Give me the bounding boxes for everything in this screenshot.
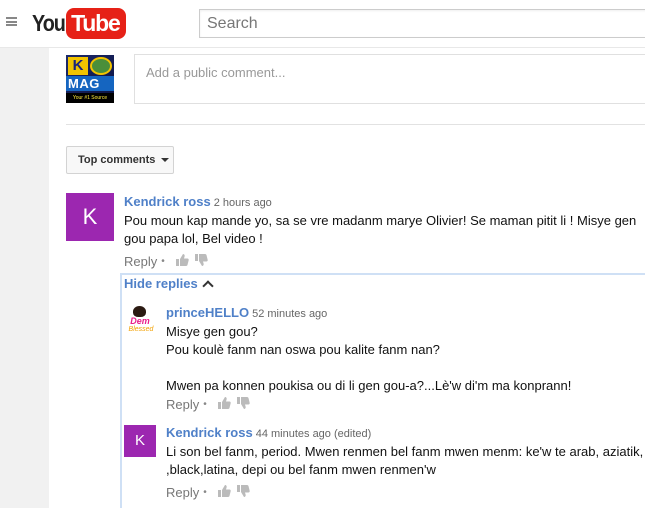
avatar-text: Dem [130, 316, 150, 326]
avatar-text: Blessed [128, 326, 154, 333]
thumbs-up-icon[interactable] [217, 396, 231, 413]
search-box[interactable] [199, 9, 645, 38]
author-name[interactable]: Kendrick ross [166, 425, 253, 440]
comment-text: Misye gen gou? Pou koulè fanm nan oswa p… [166, 324, 572, 393]
avatar-k-text: K [68, 57, 88, 75]
thumbs-down-icon[interactable] [236, 396, 250, 413]
comment-actions: Reply • [166, 484, 250, 501]
thumbs-down-icon[interactable] [236, 484, 250, 501]
chevron-up-icon [202, 279, 214, 292]
comment-author[interactable]: Kendrick ross 2 hours ago [124, 194, 272, 209]
comment-text: Pou moun kap mande yo, sa se vre madanm … [124, 213, 637, 246]
add-comment-input[interactable] [135, 55, 645, 103]
caret-down-icon [161, 158, 170, 162]
channel-avatar[interactable]: K MAG Your #1 Source [66, 55, 114, 103]
separator-dot: • [203, 487, 207, 498]
reply-button[interactable]: Reply [166, 485, 199, 500]
separator-dot: • [203, 399, 207, 410]
thumbs-up-icon[interactable] [217, 484, 231, 501]
comment-author[interactable]: Kendrick ross 44 minutes ago (edited) [166, 425, 371, 440]
sort-label: Top comments [78, 154, 156, 166]
comment-timestamp[interactable]: 2 hours ago [214, 197, 272, 209]
avatar-mag-text: MAG [66, 76, 114, 91]
author-name[interactable]: princeHELLO [166, 305, 249, 320]
avatar[interactable]: K [124, 425, 156, 457]
comment-actions: Reply • [166, 396, 250, 413]
comment-text: Li son bel fanm, period. Mwen renmen bel… [166, 444, 644, 477]
logo-tube-text: Tube [66, 8, 126, 39]
hide-replies-label: Hide replies [124, 276, 198, 291]
comment-timestamp[interactable]: 44 minutes ago (edited) [256, 428, 372, 440]
avatar-tagline: Your #1 Source [66, 93, 114, 103]
search-input[interactable] [200, 10, 645, 37]
thumbs-down-icon[interactable] [194, 253, 208, 270]
hide-replies-button[interactable]: Hide replies [124, 276, 214, 292]
add-comment-box[interactable] [134, 54, 645, 104]
sort-comments-dropdown[interactable]: Top comments [66, 146, 174, 174]
menu-icon[interactable] [6, 17, 17, 26]
avatar[interactable]: Dem Blessed [124, 304, 156, 336]
comment-author[interactable]: princeHELLO 52 minutes ago [166, 305, 327, 320]
separator-dot: • [161, 256, 165, 267]
youtube-logo[interactable]: You Tube [32, 8, 126, 39]
comment-actions: Reply • [124, 253, 208, 270]
reply-button[interactable]: Reply [124, 254, 157, 269]
reply-button[interactable]: Reply [166, 397, 199, 412]
divider [66, 124, 645, 125]
author-name[interactable]: Kendrick ross [124, 194, 211, 209]
logo-you-text: You [32, 10, 66, 36]
thumbs-up-icon[interactable] [175, 253, 189, 270]
avatar[interactable]: K [66, 193, 114, 241]
masthead: You Tube [0, 0, 645, 48]
avatar-globe-icon [90, 57, 112, 75]
comment-timestamp[interactable]: 52 minutes ago [252, 308, 327, 320]
